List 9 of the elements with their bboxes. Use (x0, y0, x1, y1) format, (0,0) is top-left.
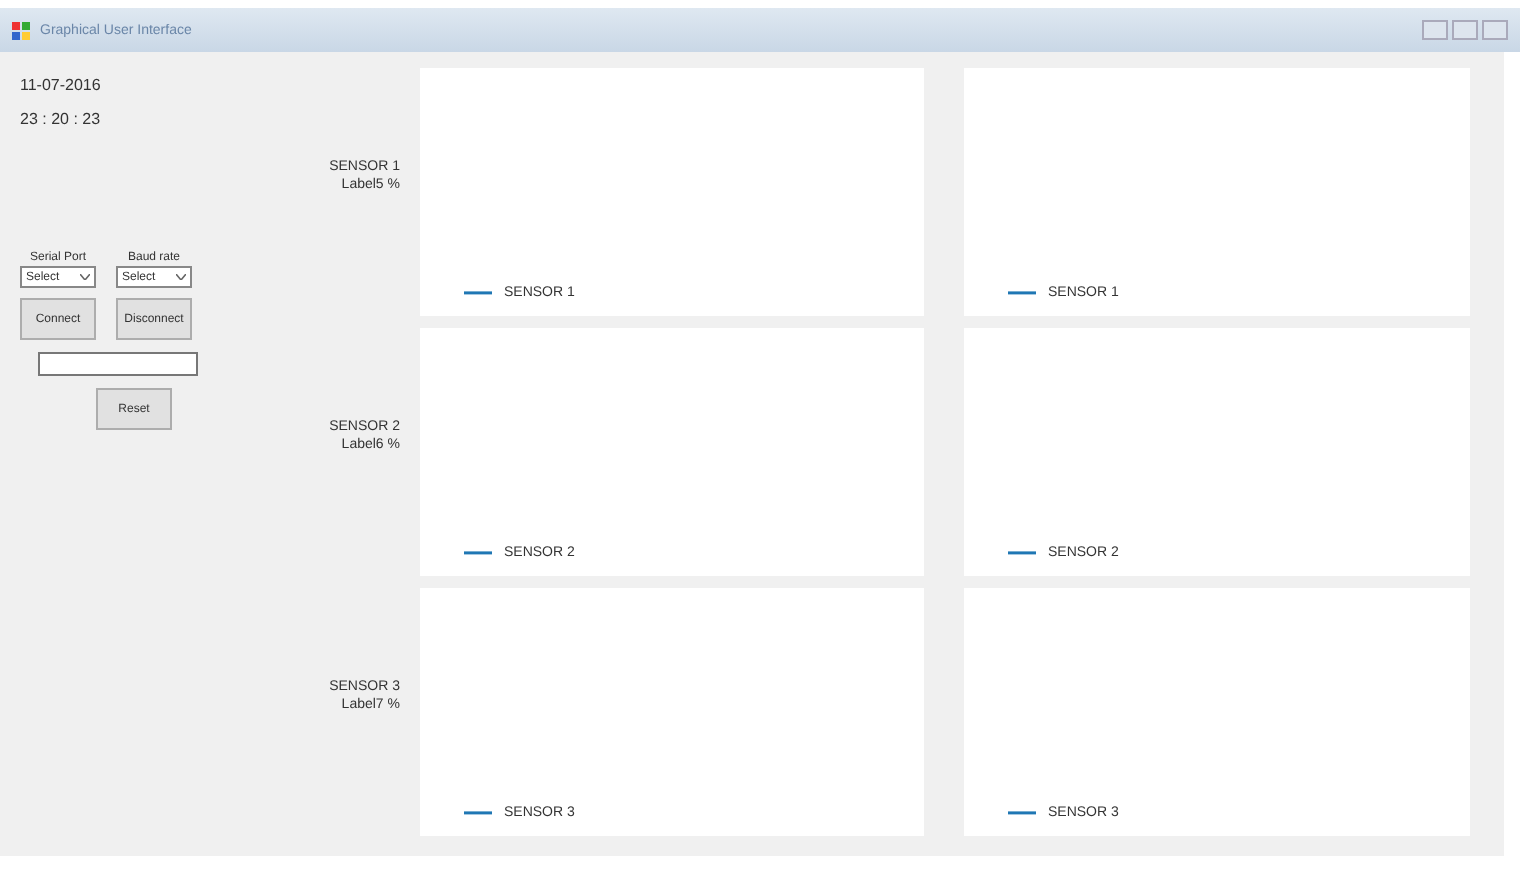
chevron-down-icon (176, 274, 186, 280)
minimize-button[interactable] (1422, 20, 1448, 40)
maximize-button[interactable] (1452, 20, 1478, 40)
app-icon (12, 21, 30, 39)
date-label: 11-07-2016 (20, 76, 103, 94)
input-field[interactable] (38, 352, 198, 376)
chevron-down-icon (80, 274, 90, 280)
close-button[interactable] (1482, 20, 1508, 40)
time-label: 23 : 20 : 23 (20, 110, 103, 128)
